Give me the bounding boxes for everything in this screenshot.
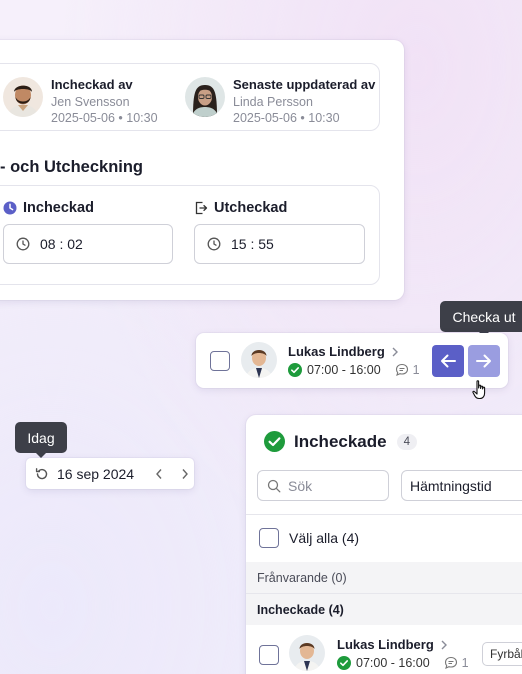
arrow-right-icon — [475, 353, 493, 369]
check-in-header: Incheckad — [3, 200, 173, 216]
chevron-left-icon[interactable] — [155, 468, 163, 480]
group-header-absent[interactable]: Frånvarande (0) — [246, 562, 522, 593]
child-schedule: 07:00 - 16:00 — [307, 363, 381, 377]
select-all-row[interactable]: Välj alla (4) — [259, 528, 359, 548]
checked-in-by-name: Jen Svensson — [51, 95, 130, 109]
child-name-link[interactable]: Lukas Lindberg — [288, 344, 420, 359]
child-select-checkbox[interactable] — [210, 351, 230, 371]
today-tooltip: Idag — [15, 422, 67, 458]
updated-by: Senaste uppdaterad av Linda Persson 2025… — [185, 76, 375, 126]
chevron-right-icon — [391, 347, 399, 357]
child-meta: 07:00 - 16:00 1 — [288, 363, 420, 377]
check-out-time: 15 : 55 — [231, 236, 274, 252]
check-out-header: Utcheckad — [194, 200, 365, 216]
select-all-checkbox[interactable] — [259, 528, 279, 548]
clock-filled-icon — [3, 201, 17, 215]
reset-today-icon[interactable] — [35, 467, 49, 481]
check-out-time-input[interactable]: 15 : 55 — [194, 224, 365, 264]
check-circle-icon — [337, 656, 351, 670]
hand-cursor-icon — [472, 380, 488, 405]
check-in-time: 08 : 02 — [40, 236, 83, 252]
updated-by-time: 2025-05-06 • 10:30 — [233, 111, 340, 125]
comment-icon — [444, 656, 458, 670]
row-name: Lukas Lindberg — [337, 637, 434, 652]
clock-icon — [207, 237, 221, 251]
sort-select[interactable]: Hämtningstid — [401, 470, 522, 501]
check-circle-icon — [264, 431, 285, 452]
search-placeholder: Sök — [288, 477, 313, 494]
avatar — [289, 635, 325, 671]
divider — [246, 514, 522, 515]
checked-in-list-panel: Incheckade 4 Sök Hämtningstid Välj alla … — [246, 415, 522, 674]
checked-in-by-time: 2025-05-06 • 10:30 — [51, 111, 158, 125]
panel-title: Incheckade — [294, 431, 387, 451]
check-in-column: Incheckad 08 : 02 — [3, 200, 173, 264]
avatar — [241, 342, 277, 378]
checked-in-by-title: Incheckad av — [51, 77, 133, 92]
comment-count: 1 — [461, 656, 469, 670]
audit-info-box: Incheckad av Jen Svensson 2025-05-06 • 1… — [0, 63, 380, 131]
group-label: Frånvarande (0) — [257, 570, 347, 585]
check-out-arrow-button[interactable] — [468, 345, 500, 377]
check-in-label: Incheckad — [23, 200, 94, 216]
check-out-column: Utcheckad 15 : 55 — [194, 200, 365, 264]
chevron-right-icon — [440, 640, 448, 650]
group-header-checked-in[interactable]: Incheckade (4) — [246, 594, 522, 625]
group-label: Incheckade (4) — [257, 602, 344, 617]
check-out-label: Utcheckad — [214, 200, 288, 216]
avatar — [185, 77, 225, 117]
check-in-time-input[interactable]: 08 : 02 — [3, 224, 173, 264]
check-in-arrow-button[interactable] — [432, 345, 464, 377]
updated-by-name: Linda Persson — [233, 95, 313, 109]
select-all-label: Välj alla (4) — [289, 530, 360, 546]
group-tag: Fyrbål — [482, 642, 522, 666]
selected-date[interactable]: 16 sep 2024 — [57, 466, 145, 482]
search-icon — [267, 479, 281, 493]
checkin-checkout-box: Incheckad 08 : 02 Utcheckad 15 : 55 — [0, 185, 380, 285]
checked-in-by: Incheckad av Jen Svensson 2025-05-06 • 1… — [3, 76, 158, 126]
clock-icon — [16, 237, 30, 251]
updated-by-title: Senaste uppdaterad av — [233, 77, 376, 92]
row-meta: 07:00 - 16:00 1 — [337, 656, 469, 670]
section-title: - och Utcheckning — [0, 158, 144, 176]
panel-header: Incheckade 4 — [264, 431, 418, 452]
child-card: Lukas Lindberg 07:00 - 16:00 1 — [196, 333, 508, 388]
sort-value: Hämtningstid — [410, 477, 492, 494]
logout-icon — [194, 201, 208, 215]
checkout-tooltip: Checka ut — [440, 301, 522, 337]
arrow-left-icon — [439, 353, 457, 369]
row-schedule: 07:00 - 16:00 — [356, 656, 430, 670]
comment-count: 1 — [412, 363, 420, 377]
avatar — [3, 77, 43, 117]
child-name: Lukas Lindberg — [288, 344, 385, 359]
search-input[interactable]: Sök — [257, 470, 389, 501]
row-name-link[interactable]: Lukas Lindberg — [337, 637, 469, 652]
chevron-right-icon[interactable] — [181, 468, 189, 480]
check-circle-icon — [288, 363, 302, 377]
count-badge: 4 — [396, 433, 418, 450]
date-picker: 16 sep 2024 — [26, 458, 194, 489]
row-select-checkbox[interactable] — [259, 645, 279, 665]
checkin-details-card: Incheckad av Jen Svensson 2025-05-06 • 1… — [0, 40, 404, 300]
comment-icon — [395, 363, 409, 377]
